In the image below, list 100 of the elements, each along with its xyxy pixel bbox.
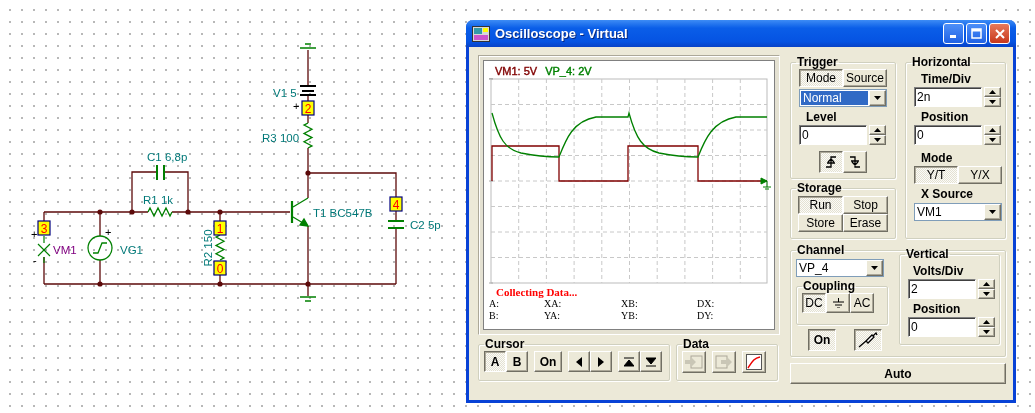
component-label: C1 6,8p — [147, 151, 188, 163]
field-label: X Source — [921, 187, 975, 201]
cursor-readout: DY: — [697, 310, 715, 321]
dropdown-button[interactable] — [869, 90, 886, 106]
field-label: Position — [921, 110, 970, 124]
auto-button[interactable]: Auto — [790, 363, 1006, 384]
cursor-readout: XB: — [621, 298, 639, 309]
ground-symbol — [299, 296, 317, 302]
cursor-select-button[interactable]: B — [506, 351, 528, 372]
time-div-field[interactable]: 2n — [914, 87, 982, 107]
spin-up-button[interactable] — [977, 279, 995, 289]
voltage-source-symbol — [87, 235, 113, 261]
spin-up-button[interactable] — [984, 125, 1001, 135]
dropdown-button[interactable] — [866, 260, 883, 276]
trigger-tab[interactable]: Mode — [799, 69, 843, 87]
spin-down-button[interactable] — [984, 97, 1001, 107]
component-label: VG1 — [120, 244, 143, 256]
move-down-button[interactable] — [640, 351, 662, 372]
caret-icon — [874, 96, 881, 100]
falling-edge-button[interactable] — [843, 151, 867, 173]
cursor-on-button[interactable]: On — [534, 351, 562, 372]
maximize-icon — [971, 28, 982, 39]
node-number: 3 — [40, 222, 48, 236]
capacitor-symbol — [387, 220, 405, 229]
resistor-symbol — [214, 234, 226, 261]
minimize-button[interactable] — [943, 23, 964, 44]
field-label: Volts/Div — [912, 264, 965, 278]
plot-button[interactable] — [742, 351, 766, 373]
channel-scale-label: VP_4: 2V — [545, 65, 592, 77]
storage-button[interactable]: Store — [798, 214, 843, 232]
coupling-button[interactable]: AC — [850, 293, 874, 313]
spin-up-button[interactable] — [977, 317, 995, 327]
spin-up-button[interactable] — [869, 125, 886, 135]
down-caret-icon — [982, 292, 990, 296]
status-message: Collecting Data... — [496, 286, 579, 298]
close-button[interactable] — [989, 23, 1010, 44]
cursor-readout: YA: — [544, 310, 562, 321]
group-title: Storage — [796, 181, 843, 195]
caret-icon — [871, 266, 878, 270]
component-label: R1 1k — [143, 194, 174, 206]
storage-button[interactable]: Stop — [843, 196, 888, 214]
ground-icon — [832, 298, 844, 308]
capacitor-symbol — [156, 164, 165, 181]
mode-button[interactable]: Y/X — [958, 166, 1002, 184]
move-right-button[interactable] — [590, 351, 612, 372]
maximize-button[interactable] — [966, 23, 987, 44]
oscilloscope-icon — [472, 25, 490, 42]
coupling-button[interactable]: DC — [802, 293, 826, 313]
cursor-readout: A: — [489, 298, 500, 309]
cursor-readout: B: — [489, 310, 500, 321]
spin-down-button[interactable] — [984, 135, 1001, 145]
trigger-mode-dropdown[interactable]: Normal — [799, 89, 887, 107]
down-caret-icon — [874, 138, 881, 142]
node-number: 0 — [216, 262, 224, 276]
up-caret-icon — [989, 128, 996, 132]
group-title: Trigger — [796, 55, 839, 69]
cursor-select-button[interactable]: A — [484, 351, 506, 372]
move-up-button[interactable] — [618, 351, 640, 372]
down-caret-icon — [989, 138, 996, 142]
import-arrow-icon — [685, 354, 703, 370]
component-label: C2 5p — [410, 219, 441, 231]
spin-down-button[interactable] — [977, 327, 995, 337]
spin-down-button[interactable] — [977, 289, 995, 299]
position-field[interactable]: 0 — [914, 125, 982, 145]
curve-chart-icon — [746, 354, 762, 370]
move-left-button[interactable] — [568, 351, 590, 372]
down-caret-icon — [989, 100, 996, 104]
field-label: Level — [806, 110, 838, 124]
spin-up-button[interactable] — [984, 87, 1001, 97]
x-source-dropdown[interactable]: VM1 — [914, 203, 1002, 221]
dropdown-button[interactable] — [984, 204, 1001, 220]
up-caret-icon — [989, 90, 996, 94]
polarity-mark: + — [293, 100, 300, 112]
group-title: Horizontal — [911, 55, 972, 69]
up-caret-icon — [982, 282, 990, 286]
position-field[interactable]: 0 — [907, 317, 976, 337]
level-field[interactable]: 0 — [799, 125, 867, 145]
storage-button[interactable]: Run — [798, 196, 843, 214]
export-arrow-icon — [715, 354, 733, 370]
group-title: Vertical — [904, 247, 950, 261]
caret-icon — [989, 210, 996, 214]
volts-div-field[interactable]: 2 — [907, 279, 976, 299]
probe-button[interactable] — [854, 329, 882, 351]
channel-on-button[interactable]: On — [808, 329, 836, 351]
cursor-readout: YB: — [621, 310, 639, 321]
transistor-symbol — [290, 197, 310, 227]
left-triangle-icon — [576, 356, 582, 367]
resistor-symbol — [302, 122, 314, 149]
rising-edge-button[interactable] — [819, 151, 843, 173]
storage-button[interactable]: Erase — [843, 214, 888, 232]
trigger-tab[interactable]: Source — [843, 69, 887, 87]
spin-down-button[interactable] — [869, 135, 886, 145]
resistor-symbol — [147, 206, 173, 218]
ground-coupling-button[interactable] — [826, 293, 850, 313]
node-number: 4 — [392, 198, 400, 212]
channel-dropdown[interactable]: VP_4 — [796, 259, 884, 277]
channel-scale-label: VM1: 5V — [495, 65, 538, 77]
group-title: Channel — [796, 243, 846, 257]
mode-button[interactable]: Y/T — [914, 166, 958, 184]
cursor-readout: DX: — [697, 298, 716, 309]
